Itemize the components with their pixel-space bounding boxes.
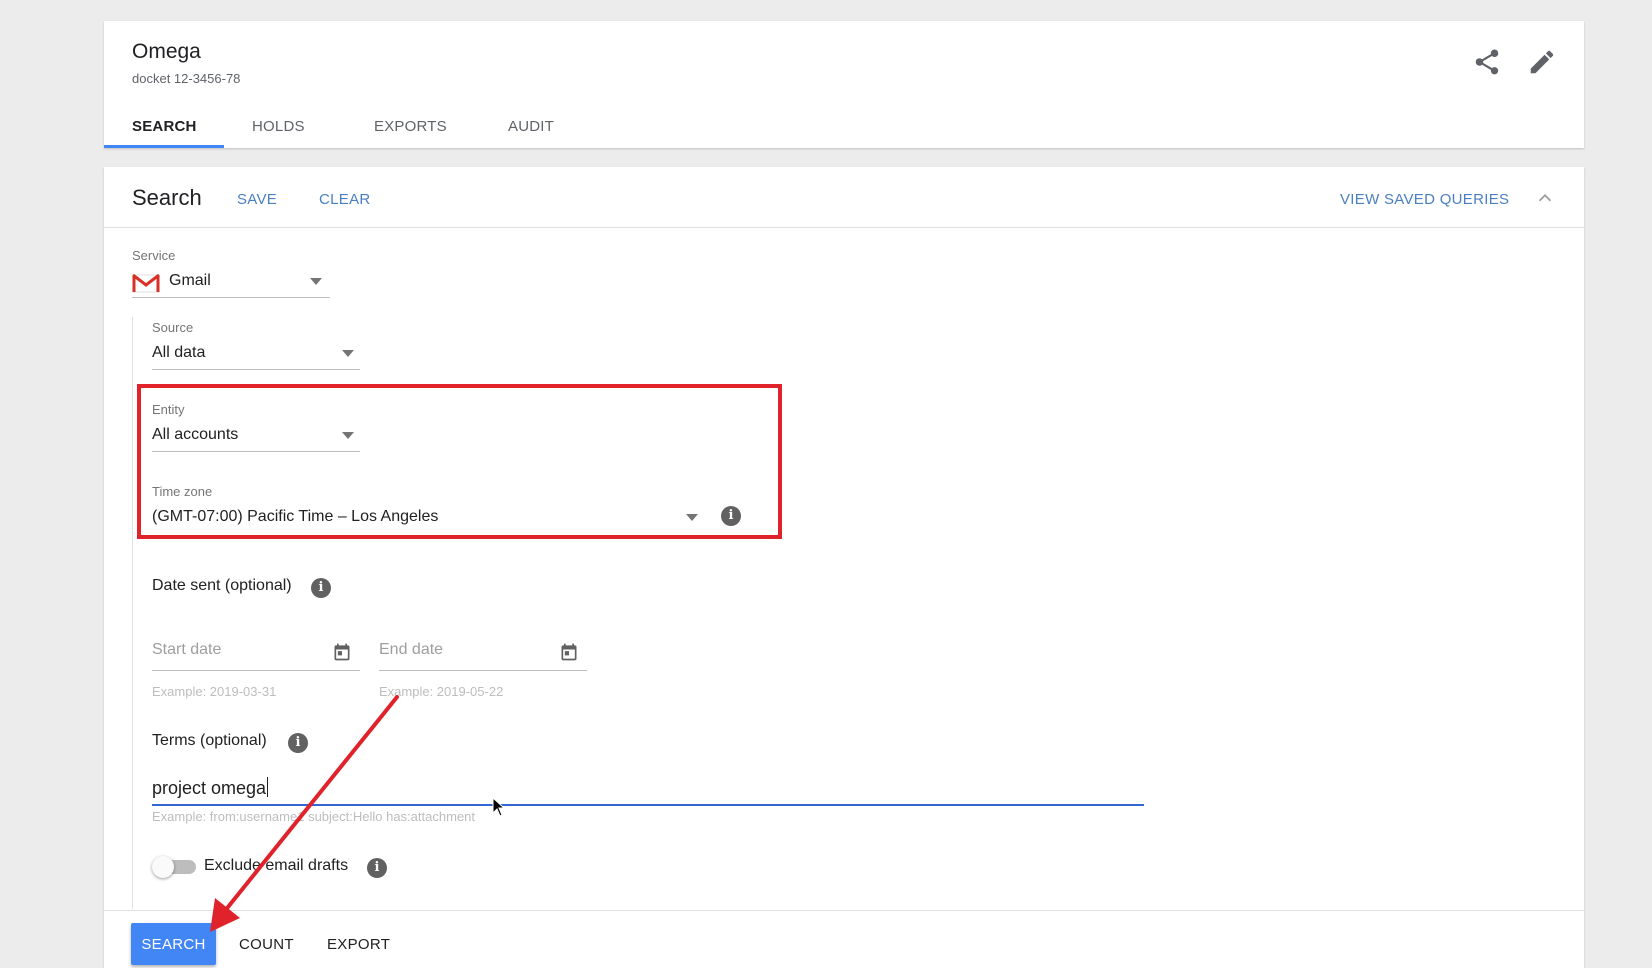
info-icon[interactable]: i	[721, 506, 741, 526]
chevron-down-icon	[310, 278, 322, 285]
share-icon[interactable]	[1472, 47, 1502, 77]
search-panel-header: Search SAVE CLEAR VIEW SAVED QUERIES	[104, 167, 1584, 228]
entity-value: All accounts	[152, 426, 239, 443]
export-button[interactable]: EXPORT	[327, 936, 390, 953]
matter-title: Omega	[132, 40, 201, 63]
exclude-drafts-label: Exclude email drafts	[204, 857, 349, 874]
source-select[interactable]: All data	[152, 340, 360, 370]
matter-docket: docket 12-3456-78	[132, 71, 241, 86]
info-icon[interactable]: i	[311, 578, 331, 598]
pencil-icon[interactable]	[1527, 47, 1557, 77]
search-panel-title: Search	[132, 185, 202, 210]
terms-label: Terms (optional)	[152, 732, 267, 749]
matter-header: Omega docket 12-3456-78 SEARCH HOLDS EXP…	[104, 21, 1584, 148]
end-date-hint: Example: 2019-05-22	[379, 684, 504, 699]
service-select[interactable]: Gmail	[132, 268, 330, 298]
info-icon[interactable]: i	[288, 733, 308, 753]
start-date-hint: Example: 2019-03-31	[152, 684, 277, 699]
toggle-knob	[152, 856, 174, 878]
tab-audit[interactable]: AUDIT	[480, 105, 582, 148]
service-label: Service	[132, 248, 176, 263]
save-button[interactable]: SAVE	[237, 191, 277, 208]
timezone-value: (GMT-07:00) Pacific Time – Los Angeles	[152, 508, 439, 525]
chevron-down-icon	[342, 432, 354, 439]
search-button[interactable]: SEARCH	[131, 923, 216, 965]
source-value: All data	[152, 344, 206, 361]
source-label: Source	[152, 320, 194, 335]
action-bar: SEARCH COUNT EXPORT	[104, 910, 1584, 968]
info-icon[interactable]: i	[367, 858, 387, 878]
date-sent-label: Date sent (optional)	[152, 577, 292, 594]
calendar-icon[interactable]	[559, 642, 579, 662]
terms-value: project omega	[152, 778, 267, 798]
terms-hint: Example: from:username1 subject:Hello ha…	[152, 809, 475, 824]
tab-search[interactable]: SEARCH	[104, 105, 224, 148]
timezone-select[interactable]: (GMT-07:00) Pacific Time – Los Angeles	[152, 504, 704, 534]
start-date-field[interactable]	[152, 633, 360, 671]
view-saved-queries-button[interactable]: VIEW SAVED QUERIES	[1340, 191, 1509, 208]
chevron-up-icon[interactable]	[1534, 187, 1556, 209]
tab-exports[interactable]: EXPORTS	[346, 105, 480, 148]
clear-button[interactable]: CLEAR	[319, 191, 371, 208]
tab-bar: SEARCH HOLDS EXPORTS AUDIT	[104, 105, 582, 148]
chevron-down-icon	[342, 350, 354, 357]
end-date-input[interactable]	[379, 641, 539, 659]
timezone-label: Time zone	[152, 484, 213, 499]
tab-holds[interactable]: HOLDS	[224, 105, 346, 148]
count-button[interactable]: COUNT	[239, 936, 294, 953]
end-date-field[interactable]	[379, 633, 587, 671]
divider	[132, 317, 133, 909]
chevron-down-icon	[686, 514, 698, 521]
exclude-drafts-toggle[interactable]	[152, 855, 196, 879]
gmail-icon	[132, 273, 160, 293]
search-panel: Search SAVE CLEAR VIEW SAVED QUERIES Ser…	[104, 167, 1584, 968]
start-date-input[interactable]	[152, 641, 312, 659]
calendar-icon[interactable]	[332, 642, 352, 662]
entity-label: Entity	[152, 402, 185, 417]
service-value: Gmail	[169, 272, 211, 289]
terms-input[interactable]: project omega	[152, 768, 1144, 806]
entity-select[interactable]: All accounts	[152, 422, 360, 452]
